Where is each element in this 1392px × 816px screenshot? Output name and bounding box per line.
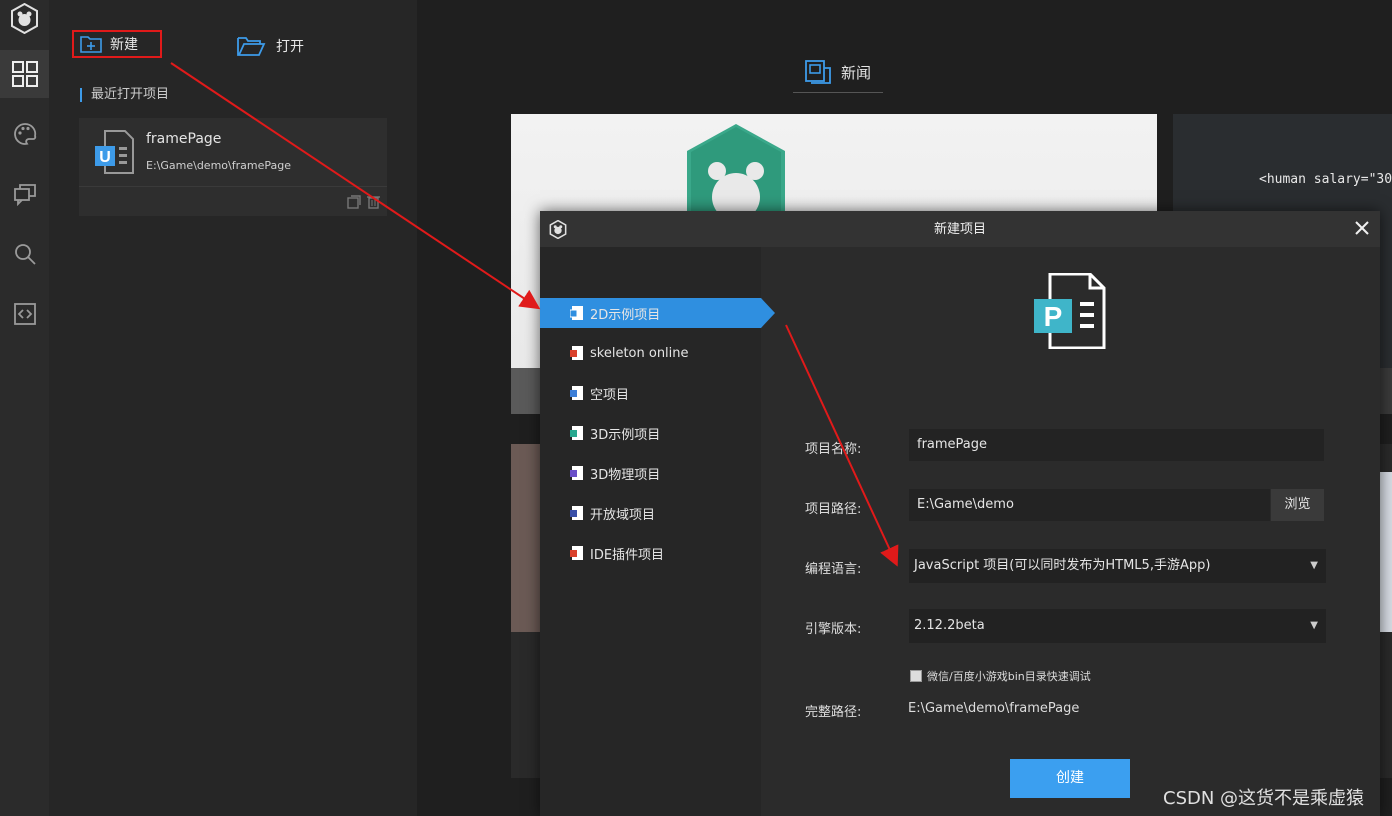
template-empty[interactable]: 空项目 [540, 378, 761, 408]
new-folder-icon [80, 36, 102, 53]
recent-project-path: E:\Game\demo\framePage [146, 159, 291, 172]
delete-icon[interactable] [367, 195, 380, 209]
news-tab-label: 新闻 [841, 63, 872, 82]
watermark-text: CSDN @这货不是乘虚猿 [1163, 788, 1365, 809]
selection-arrow [761, 298, 775, 328]
engine-version-label: 引擎版本: [805, 622, 862, 637]
template-label: 空项目 [590, 387, 630, 403]
language-label: 编程语言: [805, 562, 862, 577]
svg-text:P: P [1044, 301, 1063, 332]
rail-chat-button[interactable] [0, 170, 49, 218]
template-file-icon [570, 465, 584, 481]
template-open-domain[interactable]: 开放域项目 [540, 498, 761, 528]
recent-project-name: framePage [146, 131, 222, 147]
template-file-icon [570, 425, 584, 441]
wechat-debug-option[interactable]: 微信/百度小游戏bin目录快速调试 [910, 668, 1091, 684]
template-3d-example[interactable]: 3D示例项目 [540, 418, 761, 448]
new-project-dialog: 新建项目 2D示例项目 skeleton online 空项目 3D示例项目 3… [540, 211, 1380, 816]
project-name-input[interactable]: framePage [909, 429, 1324, 461]
rail-search-button[interactable] [0, 230, 49, 278]
language-select[interactable]: JavaScript 项目(可以同时发布为HTML5,手游App) ▼ [909, 549, 1326, 583]
layabox-mascot-image [687, 124, 785, 219]
project-path-label: 项目路径: [805, 502, 862, 517]
grid-icon [11, 61, 38, 87]
template-3d-physics[interactable]: 3D物理项目 [540, 458, 761, 488]
news-card[interactable] [511, 444, 541, 778]
template-file-icon [570, 385, 584, 401]
svg-text:U: U [99, 149, 111, 166]
rail-design-button[interactable] [0, 110, 49, 158]
template-label: IDE插件项目 [590, 547, 665, 563]
full-path-label: 完整路径: [805, 705, 862, 720]
template-label: 3D物理项目 [590, 467, 661, 483]
code-snippet-text: <human salary="30 [1259, 172, 1392, 187]
browse-button[interactable]: 浏览 [1271, 489, 1324, 521]
close-icon[interactable] [1352, 218, 1372, 238]
chat-icon [13, 184, 36, 206]
recent-projects-title: 最近打开项目 [80, 88, 169, 102]
dropdown-arrow-icon: ▼ [1310, 620, 1318, 631]
open-project-label: 打开 [276, 39, 304, 55]
template-file-icon [570, 345, 584, 361]
tab-news[interactable]: 新闻 [805, 60, 871, 84]
dropdown-arrow-icon: ▼ [1310, 560, 1318, 571]
rail-projects-button[interactable] [0, 50, 49, 98]
engine-version-select[interactable]: 2.12.2beta ▼ [909, 609, 1326, 643]
tab-underline [793, 92, 883, 93]
wechat-debug-label: 微信/百度小游戏bin目录快速调试 [927, 670, 1091, 683]
news-icon [805, 60, 831, 84]
code-icon [13, 303, 36, 325]
layabox-logo-icon [11, 3, 38, 34]
template-2d-example[interactable]: 2D示例项目 [540, 298, 761, 328]
icon-rail [0, 0, 49, 816]
dialog-title: 新建项目 [933, 222, 986, 237]
create-button[interactable]: 创建 [1010, 759, 1130, 798]
open-folder-icon [237, 37, 266, 56]
new-project-label: 新建 [110, 37, 138, 53]
full-path-value: E:\Game\demo\framePage [908, 701, 1080, 716]
template-label: 2D示例项目 [590, 307, 661, 323]
rail-code-button[interactable] [0, 290, 49, 338]
template-list [540, 247, 761, 816]
news-card-image [511, 444, 541, 632]
template-label: 开放域项目 [590, 507, 656, 523]
template-file-icon [569, 305, 584, 321]
project-path-input[interactable]: E:\Game\demo [909, 489, 1270, 521]
copy-icon[interactable] [347, 195, 361, 209]
engine-version-value: 2.12.2beta [914, 618, 985, 633]
language-value: JavaScript 项目(可以同时发布为HTML5,手游App) [914, 558, 1211, 573]
template-preview-icon: P [1034, 273, 1106, 349]
divider [79, 186, 387, 187]
template-file-icon [570, 545, 584, 561]
project-name-label: 项目名称: [805, 442, 862, 457]
palette-icon [13, 123, 36, 145]
template-file-icon [570, 505, 584, 521]
open-project-button[interactable]: 打开 [236, 32, 304, 60]
template-label: skeleton online [590, 345, 689, 361]
template-label: 3D示例项目 [590, 427, 661, 443]
search-icon [14, 244, 36, 265]
template-ide-plugin[interactable]: IDE插件项目 [540, 538, 761, 568]
template-skeleton-online[interactable]: skeleton online [540, 338, 761, 368]
new-project-button[interactable]: 新建 [72, 30, 162, 58]
project-file-icon: U [95, 130, 134, 174]
recent-project-card[interactable]: U framePage E:\Game\demo\framePage [79, 118, 387, 216]
wechat-debug-checkbox[interactable] [910, 670, 922, 682]
